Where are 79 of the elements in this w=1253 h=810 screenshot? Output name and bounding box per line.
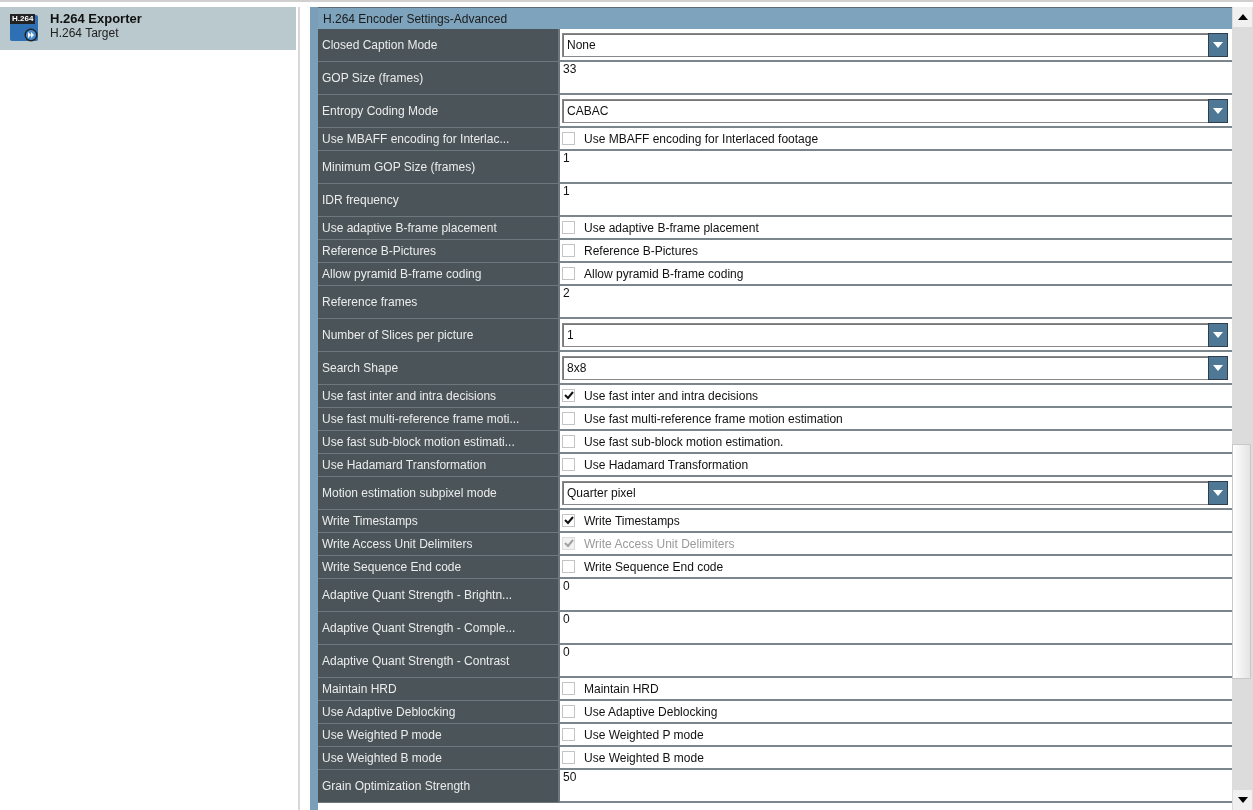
property-label: Use Weighted P mode	[318, 724, 560, 747]
property-label: Use Hadamard Transformation	[318, 454, 560, 477]
property-label: Search Shape	[318, 352, 560, 385]
dropdown[interactable]: 1	[562, 322, 1228, 347]
property-label: Minimum GOP Size (frames)	[318, 151, 560, 184]
exporter-name: H.264 Exporter	[50, 11, 142, 26]
input-field[interactable]: 1	[562, 151, 570, 165]
property-label: Reference frames	[318, 286, 560, 319]
input-field[interactable]: 0	[562, 645, 570, 659]
exporter-icon: H.264	[10, 12, 40, 42]
property-label: Write Access Unit Delimiters	[318, 533, 560, 556]
dropdown[interactable]: Quarter pixel	[562, 480, 1228, 505]
input-field[interactable]: 2	[562, 286, 570, 300]
property-label: Use Adaptive Deblocking	[318, 701, 560, 724]
scroll-up-icon[interactable]	[1233, 7, 1252, 27]
property-label: Adaptive Quant Strength - Comple...	[318, 612, 560, 645]
checkbox-label: Use adaptive B-frame placement	[584, 220, 759, 235]
checkbox[interactable]	[562, 435, 575, 448]
checkbox-label: Allow pyramid B-frame coding	[584, 266, 744, 281]
dropdown[interactable]: CABAC	[562, 98, 1228, 123]
property-label: Number of Slices per picture	[318, 319, 560, 352]
property-label: Use fast sub-block motion estimati...	[318, 431, 560, 454]
checkbox-label: Use MBAFF encoding for Interlaced footage	[584, 131, 819, 146]
property-label: Use MBAFF encoding for Interlac...	[318, 128, 560, 151]
checkbox[interactable]	[562, 389, 575, 402]
checkbox[interactable]	[562, 267, 575, 280]
property-label: Maintain HRD	[318, 678, 560, 701]
checkbox-label: Use fast multi-reference frame motion estimation	[584, 411, 843, 426]
input-field[interactable]: 0	[562, 612, 570, 626]
checkbox[interactable]	[562, 132, 575, 145]
checkbox-label: Maintain HRD	[584, 681, 659, 696]
checkbox-label: Use fast inter and intra decisions	[584, 388, 759, 403]
checkbox[interactable]	[562, 221, 575, 234]
property-label: Use Weighted B mode	[318, 747, 560, 770]
checkbox[interactable]	[562, 514, 575, 527]
checkbox[interactable]	[562, 560, 575, 573]
exporter-item[interactable]: H.264 H.264 Exporter H.264 Target	[0, 7, 296, 50]
checkbox-label: Write Sequence End code	[584, 559, 724, 574]
property-label: Use fast multi-reference frame moti...	[318, 408, 560, 431]
input-field[interactable]: 0	[562, 579, 570, 593]
checkbox[interactable]	[562, 751, 575, 764]
checkbox[interactable]	[562, 458, 575, 471]
input-field[interactable]: 33	[562, 62, 577, 76]
scrollbar[interactable]	[1232, 7, 1253, 810]
dropdown[interactable]: None	[562, 32, 1228, 57]
property-label: IDR frequency	[318, 184, 560, 217]
checkbox-label: Use Hadamard Transformation	[584, 457, 749, 472]
checkbox[interactable]	[562, 705, 575, 718]
property-label: Adaptive Quant Strength - Brightn...	[318, 579, 560, 612]
property-label: GOP Size (frames)	[318, 62, 560, 95]
checkbox-label: Use Weighted B mode	[584, 750, 704, 765]
property-label: Grain Optimization Strength	[318, 770, 560, 803]
scroll-thumb[interactable]	[1232, 444, 1251, 679]
checkbox-label: Write Access Unit Delimiters	[584, 536, 735, 551]
checkbox[interactable]	[562, 728, 575, 741]
checkbox-label: Write Timestamps	[584, 513, 680, 528]
property-label: Closed Caption Mode	[318, 29, 560, 62]
checkbox-label: Use fast sub-block motion estimation.	[584, 434, 784, 449]
property-label: Allow pyramid B-frame coding	[318, 263, 560, 286]
property-label: Write Timestamps	[318, 510, 560, 533]
input-field[interactable]: 1	[562, 184, 570, 198]
checkbox[interactable]	[562, 412, 575, 425]
property-label: Adaptive Quant Strength - Contrast	[318, 645, 560, 678]
checkbox-label: Reference B-Pictures	[584, 243, 699, 258]
exporter-target: H.264 Target	[50, 26, 120, 40]
checkbox[interactable]	[562, 244, 575, 257]
checkbox[interactable]	[562, 682, 575, 695]
property-label: Write Sequence End code	[318, 556, 560, 579]
property-label: Use fast inter and intra decisions	[318, 385, 560, 408]
property-label: Entropy Coding Mode	[318, 95, 560, 128]
property-label: Reference B-Pictures	[318, 240, 560, 263]
property-label: Use adaptive B-frame placement	[318, 217, 560, 240]
input-field[interactable]: 50	[562, 770, 577, 784]
checkbox-label: Use Weighted P mode	[584, 727, 704, 742]
checkbox-label: Use Adaptive Deblocking	[584, 704, 718, 719]
property-label: Motion estimation subpixel mode	[318, 477, 560, 510]
section-header: H.264 Encoder Settings-Advanced	[318, 7, 1232, 29]
scroll-down-icon[interactable]	[1233, 790, 1252, 810]
dropdown[interactable]: 8x8	[562, 355, 1228, 380]
